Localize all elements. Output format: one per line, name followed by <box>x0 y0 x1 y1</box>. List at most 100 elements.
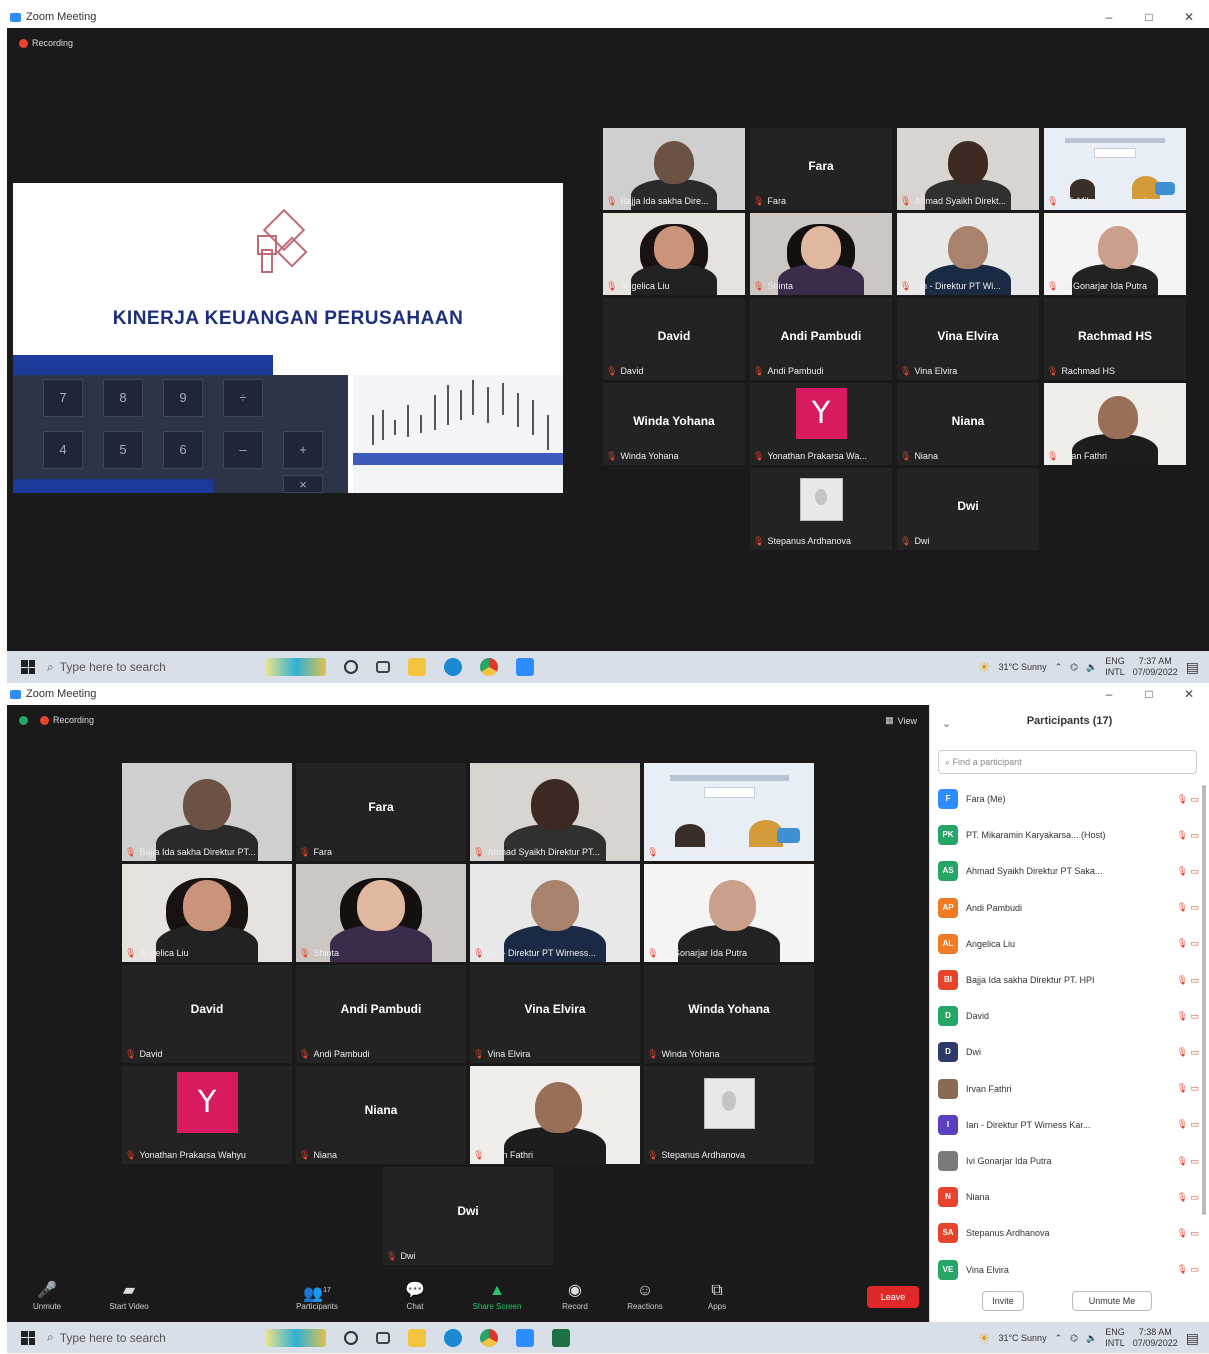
participant-tile[interactable]: David 🎙 David <box>122 965 292 1063</box>
close-button[interactable]: ✕ <box>1169 6 1209 28</box>
zoom-taskbar-icon[interactable] <box>516 658 534 676</box>
participant-tile[interactable]: 🎙 Ahmad Syaikh Direkt... <box>897 128 1039 210</box>
participant-tile[interactable]: Andi Pambudi 🎙 Andi Pambudi <box>296 965 466 1063</box>
windows-start-icon[interactable] <box>21 660 35 674</box>
participant-tile[interactable]: Niana 🎙 Niana <box>897 383 1039 465</box>
participant-list-item[interactable]: Irvan Fathri 🎙 ▭ <box>938 1078 1199 1099</box>
participant-list-item[interactable]: PK PT. Mikaramin Karyakarsa... (Host) 🎙 ▭ <box>938 825 1199 846</box>
task-view-icon[interactable] <box>376 1331 390 1344</box>
participant-tile[interactable]: Y 🎙 Yonathan Prakarsa Wahyu <box>122 1066 292 1164</box>
file-explorer-icon[interactable] <box>408 1328 426 1347</box>
participant-list-item[interactable]: SA Stepanus Ardhanova 🎙 ▭ <box>938 1223 1199 1244</box>
zoom-taskbar-icon[interactable] <box>516 1328 534 1347</box>
participant-tile[interactable]: Winda Yohana 🎙 Winda Yohana <box>603 383 745 465</box>
participant-tile[interactable]: Andi Pambudi 🎙 Andi Pambudi <box>750 298 892 380</box>
taskbar-widget-icon[interactable] <box>266 658 326 676</box>
chat-button[interactable]: 💬 Chat <box>385 1280 445 1311</box>
volume-icon[interactable]: 🔈 <box>1086 662 1097 673</box>
participant-tile[interactable]: 🎙 Bajja Ida sakha Dire... <box>603 128 745 210</box>
apps-button[interactable]: ⧉ Apps <box>687 1280 747 1311</box>
participant-tile[interactable]: Dwi 🎙 Dwi <box>897 468 1039 550</box>
participant-list-item[interactable]: I Ian - Direktur PT Wirness Kar... 🎙 ▭ <box>938 1114 1199 1135</box>
chrome-icon[interactable] <box>480 658 498 676</box>
record-button[interactable]: ◉ Record <box>545 1280 605 1311</box>
language-indicator[interactable]: ENG INTL <box>1105 656 1125 678</box>
participant-list-item[interactable]: VE Vina Elvira 🎙 ▭ <box>938 1259 1199 1280</box>
clock[interactable]: 7:38 AM 07/09/2022 <box>1133 1327 1178 1349</box>
volume-icon[interactable]: 🔈 <box>1086 1333 1097 1344</box>
participant-tile[interactable]: 🎙 Ivi Gonarjar Ida Putra <box>644 864 814 962</box>
cortana-icon[interactable] <box>344 660 358 674</box>
edge-icon[interactable] <box>444 1328 462 1347</box>
taskbar-search[interactable]: ⌕ Type here to search <box>47 1330 257 1345</box>
participant-tile[interactable]: 🎙 Irvan Fathri <box>470 1066 640 1164</box>
participant-tile[interactable]: Dwi 🎙 Dwi <box>383 1167 553 1265</box>
participant-tile[interactable]: 🎙 Shinta <box>750 213 892 295</box>
chrome-icon[interactable] <box>480 1328 498 1347</box>
participant-list-item[interactable]: AL Angelica Liu 🎙 ▭ <box>938 933 1199 954</box>
participant-list-item[interactable]: D David 🎙 ▭ <box>938 1006 1199 1027</box>
participant-tile[interactable]: Vina Elvira 🎙 Vina Elvira <box>470 965 640 1063</box>
unmute-button[interactable]: 🎤 Unmute <box>17 1280 77 1311</box>
panel-scrollbar[interactable] <box>1202 785 1206 1215</box>
excel-icon[interactable] <box>552 1328 570 1347</box>
participant-tile[interactable]: 🎙 Ahmad Syaikh Direktur PT... <box>470 763 640 861</box>
participant-tile[interactable]: 🎙 Bajja Ida sakha Direktur PT... <box>122 763 292 861</box>
participant-tile[interactable]: Fara 🎙 Fara <box>750 128 892 210</box>
task-view-icon[interactable] <box>376 661 390 673</box>
participant-tile[interactable]: 🎙 Irvan Fathri <box>1044 383 1186 465</box>
minimize-button[interactable]: – <box>1089 683 1129 705</box>
participant-list-item[interactable]: N Niana 🎙 ▭ <box>938 1187 1199 1208</box>
security-shield-icon[interactable] <box>19 715 28 725</box>
view-button[interactable]: ▦ View <box>885 715 917 726</box>
participant-tile[interactable]: 🎙 Shinta <box>296 864 466 962</box>
participant-search-input[interactable]: ⌕ Find a participant <box>938 750 1197 774</box>
leave-button[interactable]: Leave <box>867 1286 919 1308</box>
participant-tile[interactable]: 🎙 Ian - Direktur PT Wirness... <box>470 864 640 962</box>
participant-tile[interactable]: 🎙 Ian - Direktur PT Wi... <box>897 213 1039 295</box>
participants-button[interactable]: 👥17 Participants <box>287 1280 347 1311</box>
weather-text[interactable]: 31°C Sunny <box>998 1333 1046 1343</box>
share-screen-button[interactable]: ▲ Share Screen <box>467 1280 527 1311</box>
participant-list-item[interactable]: D Dwi 🎙 ▭ <box>938 1042 1199 1063</box>
participant-tile[interactable]: 🎙 PT. Mikaramin Karyakarsa <box>1044 128 1186 210</box>
participant-tile[interactable]: Niana 🎙 Niana <box>296 1066 466 1164</box>
participant-tile[interactable]: 🎙 Angelica Liu <box>122 864 292 962</box>
tray-chevron-icon[interactable]: ⌃ <box>1055 662 1063 673</box>
participant-tile[interactable]: 🎙 Angelica Liu <box>603 213 745 295</box>
participant-list-item[interactable]: Ivi Gonarjar Ida Putra 🎙 ▭ <box>938 1151 1199 1171</box>
taskbar-widget-icon[interactable] <box>266 1328 326 1347</box>
participant-tile[interactable]: David 🎙 David <box>603 298 745 380</box>
start-video-button[interactable]: ▰ Start Video <box>99 1280 159 1311</box>
weather-text[interactable]: 31°C Sunny <box>998 662 1046 672</box>
network-icon[interactable]: ⌬ <box>1070 662 1078 673</box>
participant-tile[interactable]: 🎙 Stepanus Ardhanova <box>750 468 892 550</box>
notification-icon[interactable]: ▤ <box>1186 1330 1199 1347</box>
participant-tile[interactable]: Vina Elvira 🎙 Vina Elvira <box>897 298 1039 380</box>
participant-list-item[interactable]: F Fara (Me) 🎙 ▭ <box>938 789 1199 809</box>
file-explorer-icon[interactable] <box>408 658 426 676</box>
edge-icon[interactable] <box>444 658 462 676</box>
participant-tile[interactable]: Fara 🎙 Fara <box>296 763 466 861</box>
participant-tile[interactable]: 🎙 Stepanus Ardhanova <box>644 1066 814 1164</box>
tray-chevron-icon[interactable]: ⌃ <box>1055 1333 1063 1344</box>
participant-list-item[interactable]: AS Ahmad Syaikh Direktur PT Saka... 🎙 ▭ <box>938 861 1199 882</box>
participant-tile[interactable]: Y 🎙 Yonathan Prakarsa Wa... <box>750 383 892 465</box>
participant-tile[interactable]: Rachmad HS 🎙 Rachmad HS <box>1044 298 1186 380</box>
cortana-icon[interactable] <box>344 1330 358 1345</box>
invite-button[interactable]: Invite <box>982 1291 1024 1311</box>
clock[interactable]: 7:37 AM 07/09/2022 <box>1133 656 1178 678</box>
participant-list-item[interactable]: AP Andi Pambudi 🎙 ▭ <box>938 897 1199 918</box>
reactions-button[interactable]: ☺ Reactions <box>615 1280 675 1311</box>
maximize-button[interactable]: □ <box>1129 6 1169 28</box>
participant-tile[interactable]: 🎙 Ivi Gonarjar Ida Putra <box>1044 213 1186 295</box>
network-icon[interactable]: ⌬ <box>1070 1333 1078 1344</box>
participant-tile[interactable]: Winda Yohana 🎙 Winda Yohana <box>644 965 814 1063</box>
language-indicator[interactable]: ENG INTL <box>1105 1327 1125 1349</box>
notification-icon[interactable]: ▤ <box>1186 659 1199 676</box>
participant-tile[interactable]: 🎙 PT. Mikaramin Karyakarsa Ind... <box>644 763 814 861</box>
minimize-button[interactable]: – <box>1089 6 1129 28</box>
windows-start-icon[interactable] <box>21 1330 35 1345</box>
unmute-me-button[interactable]: Unmute Me <box>1072 1291 1152 1311</box>
close-button[interactable]: ✕ <box>1169 683 1209 705</box>
